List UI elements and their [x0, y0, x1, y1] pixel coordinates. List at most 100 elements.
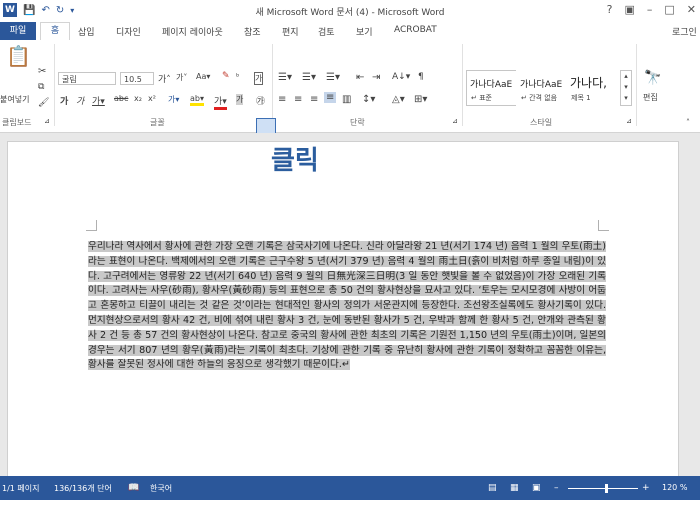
maximize-button[interactable]: □	[664, 3, 674, 16]
change-case-icon[interactable]: Aa▾	[196, 72, 210, 81]
font-color-icon[interactable]: 가▾	[214, 94, 227, 110]
ribbon: 📋 붙여넣기 ✂ ⧉ 🖌 클립보드 ⊿ 굴림 10.5 가˄ 가˅ Aa▾ ✎ …	[0, 40, 700, 133]
proofing-icon[interactable]: 📖	[128, 483, 139, 493]
style-heading-1-name: 제목 1	[571, 94, 591, 102]
zoom-slider-thumb[interactable]	[605, 484, 608, 493]
web-layout-icon[interactable]: ▣	[532, 483, 541, 493]
click-callout: 클릭	[271, 146, 319, 176]
zoom-out-icon[interactable]: –	[554, 483, 559, 493]
phonetic-guide-icon[interactable]: ᵇ	[236, 72, 239, 81]
italic-icon[interactable]: 가	[76, 94, 84, 107]
document-page[interactable]: 클릭 우리나라 역사에서 황사에 관한 가장 오랜 기록은 삼국사기에 나온다.…	[7, 141, 679, 488]
help-button[interactable]: ?	[607, 3, 613, 16]
cut-icon[interactable]: ✂	[38, 66, 46, 77]
margin-mark-right	[598, 220, 609, 231]
window-controls: ? ▣ – □ ✕	[607, 3, 696, 16]
distributed-icon[interactable]: ▥	[342, 94, 351, 105]
copy-icon[interactable]: ⧉	[38, 82, 44, 92]
divider	[462, 44, 463, 126]
decrease-indent-icon[interactable]: ⇤	[356, 72, 364, 83]
divider	[272, 44, 273, 126]
binoculars-icon[interactable]: 🔭	[644, 70, 661, 86]
document-area: 클릭 우리나라 역사에서 황사에 관한 가장 오랜 기록은 삼국사기에 나온다.…	[0, 133, 700, 488]
tab-mailings[interactable]: 편지	[282, 25, 299, 38]
font-group-label: 글꼴	[150, 118, 165, 127]
editing-button[interactable]: 편집	[643, 92, 658, 103]
ribbon-display-button[interactable]: ▣	[624, 3, 634, 16]
justify-icon[interactable]: ≡	[324, 92, 337, 103]
title-bar: W 💾 ↶ ↻ ▾ 새 Microsoft Word 문서 (4) - Micr…	[0, 0, 700, 22]
sign-in-link[interactable]: 로그인	[672, 25, 697, 38]
paragraph-launcher-icon[interactable]: ⊿	[452, 117, 458, 125]
style-normal[interactable]: 가나다AaE ↵ 표준	[466, 70, 518, 106]
bullets-icon[interactable]: ☰▾	[278, 72, 292, 83]
page-count[interactable]: 1/1 페이지	[2, 483, 40, 494]
window-title: 새 Microsoft Word 문서 (4) - Microsoft Word	[255, 8, 445, 18]
selected-text[interactable]: 우리나라 역사에서 황사에 관한 가장 오랜 기록은 삼국사기에 나온다. 신라…	[88, 241, 606, 371]
strikethrough-icon[interactable]: abc	[114, 94, 128, 103]
font-name-combo[interactable]: 굴림	[58, 72, 116, 85]
text-effects-icon[interactable]: 가▾	[168, 94, 179, 105]
clipboard-group-label: 클립보드	[2, 118, 32, 127]
multilevel-list-icon[interactable]: ☰▾	[326, 72, 340, 83]
enclose-circle-icon[interactable]: ㉮	[256, 94, 265, 107]
tab-review[interactable]: 검토	[318, 25, 335, 38]
tab-references[interactable]: 참조	[244, 25, 261, 38]
tab-home[interactable]: 홈	[40, 22, 70, 42]
grow-font-icon[interactable]: 가˄	[158, 72, 171, 85]
paste-button[interactable]: 붙여넣기	[0, 94, 29, 105]
numbering-icon[interactable]: ☰▾	[302, 72, 316, 83]
align-left-icon[interactable]: ≡	[278, 94, 286, 105]
style-no-spacing[interactable]: 가나다AaE ↵ 간격 없음	[516, 70, 568, 106]
format-painter-icon[interactable]: 🖌	[38, 98, 49, 108]
increase-indent-icon[interactable]: ⇥	[372, 72, 380, 83]
highlight-icon[interactable]: ab▾	[190, 94, 204, 106]
show-marks-icon[interactable]: ¶	[418, 72, 424, 82]
enclose-char-icon[interactable]: 가	[254, 72, 264, 85]
tab-file[interactable]: 파일	[0, 22, 36, 40]
style-heading-1-sample: 가나다,	[570, 76, 607, 90]
collapse-ribbon-icon[interactable]: ˄	[686, 118, 690, 127]
zoom-in-icon[interactable]: +	[642, 483, 650, 493]
bold-icon[interactable]: 가	[60, 94, 68, 107]
style-normal-name: ↵ 표준	[471, 94, 492, 102]
ribbon-tabs: 파일 홈 삽입 디자인 페이지 레이아웃 참조 편지 검토 보기 ACROBAT…	[0, 22, 700, 42]
superscript-icon[interactable]: x²	[148, 94, 156, 103]
font-dialog-launcher[interactable]	[256, 118, 276, 134]
document-body[interactable]: 우리나라 역사에서 황사에 관한 가장 오랜 기록은 삼국사기에 나온다. 신라…	[88, 240, 606, 373]
clipboard-launcher-icon[interactable]: ⊿	[44, 117, 50, 125]
style-normal-sample: 가나다AaE	[470, 80, 513, 90]
borders-icon[interactable]: ⊞▾	[414, 94, 427, 105]
styles-launcher-icon[interactable]: ⊿	[626, 117, 632, 125]
language[interactable]: 한국어	[150, 483, 172, 494]
word-count[interactable]: 136/136개 단어	[54, 483, 112, 494]
tab-view[interactable]: 보기	[356, 25, 373, 38]
styles-group-label: 스타일	[530, 118, 553, 127]
tab-design[interactable]: 디자인	[116, 25, 141, 38]
sort-icon[interactable]: A↓▾	[392, 72, 410, 82]
align-center-icon[interactable]: ≡	[294, 94, 302, 105]
minimize-button[interactable]: –	[647, 3, 653, 16]
shrink-font-icon[interactable]: 가˅	[176, 72, 187, 83]
font-size-combo[interactable]: 10.5	[120, 72, 154, 85]
close-button[interactable]: ✕	[687, 3, 696, 16]
zoom-slider[interactable]	[568, 488, 638, 489]
tab-page-layout[interactable]: 페이지 레이아웃	[162, 25, 223, 38]
margin-mark-left	[86, 220, 97, 231]
underline-icon[interactable]: 가▾	[92, 94, 105, 107]
tab-acrobat[interactable]: ACROBAT	[394, 25, 437, 35]
style-heading-1[interactable]: 가나다, 제목 1	[566, 70, 620, 106]
shading-icon[interactable]: ◬▾	[392, 94, 405, 105]
subscript-icon[interactable]: x₂	[134, 94, 142, 103]
char-shading-icon[interactable]: 가	[236, 94, 244, 105]
zoom-level[interactable]: 120 %	[662, 483, 687, 492]
print-layout-icon[interactable]: ▦	[510, 483, 519, 493]
paste-icon[interactable]: 📋	[6, 44, 31, 68]
line-spacing-icon[interactable]: ↕▾	[362, 94, 375, 105]
styles-scroll-icon[interactable]: ▴ ▾ ▾	[620, 70, 632, 106]
clear-format-icon[interactable]: ✎	[222, 71, 230, 81]
tab-insert[interactable]: 삽입	[78, 25, 95, 38]
read-mode-icon[interactable]: ▤	[488, 483, 497, 493]
divider	[54, 44, 55, 126]
align-right-icon[interactable]: ≡	[310, 94, 318, 105]
